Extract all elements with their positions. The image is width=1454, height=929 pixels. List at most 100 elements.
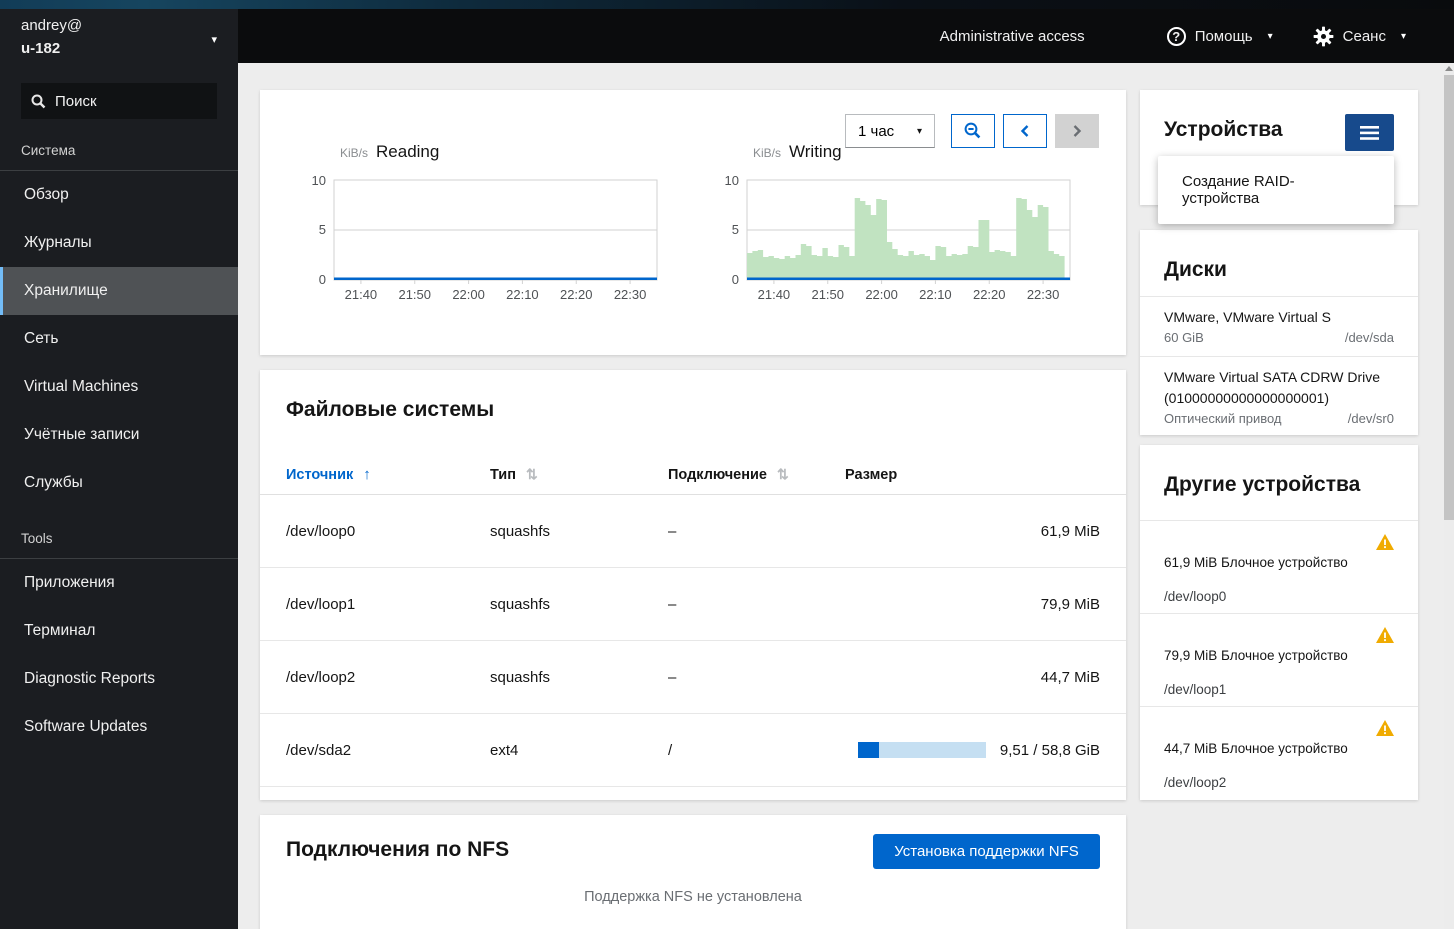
warning-icon [1376, 627, 1394, 648]
fs-size-value: 9,51 / 58,8 GiB [999, 741, 1100, 759]
install-nfs-button[interactable]: Установка поддержки NFS [873, 834, 1100, 869]
scrollbar-thumb[interactable] [1444, 75, 1454, 520]
disk-name: VMware, VMware Virtual S [1164, 309, 1332, 325]
help-menu[interactable]: ? Помощь ▾ [1166, 26, 1273, 46]
io-charts-card: 1 час ▾ KiB/s Reading 10 5 0 21:40 21:50… [260, 90, 1126, 355]
fs-type: squashfs [490, 668, 551, 686]
svg-text:22:10: 22:10 [919, 287, 952, 302]
table-row[interactable]: /dev/loop2 squashfs – 44,7 MiB [260, 641, 1126, 714]
fs-size-value: 79,9 MiB [1040, 595, 1100, 613]
nav-section: Tools Приложения Терминал Diagnostic Report… [0, 531, 238, 751]
svg-text:22:10: 22:10 [506, 287, 539, 302]
sidebar-item[interactable]: Службы [0, 459, 238, 507]
user-menu[interactable]: andrey@ u-182 ▾ [0, 9, 238, 69]
chart-unit-label: KiB/s [340, 146, 369, 160]
disk-details: 60 GiB/dev/sda [1164, 330, 1394, 345]
devices-menu-button[interactable] [1345, 114, 1394, 151]
disks-title: Диски [1164, 258, 1227, 281]
nfs-empty-text: Поддержка NFS не установлена [584, 889, 802, 905]
disk-row[interactable]: VMware, VMware Virtual S 60 GiB/dev/sda [1140, 296, 1418, 356]
masthead: Administrative access ? Помощь ▾ Сеанс ▾ [238, 9, 1454, 63]
devices-title: Устройства [1164, 118, 1283, 141]
hamburger-icon [1360, 125, 1379, 140]
svg-text:21:50: 21:50 [811, 287, 844, 302]
table-row[interactable]: /dev/loop0 squashfs – 61,9 MiB [260, 495, 1126, 568]
search-input[interactable] [55, 92, 195, 110]
disk-details: Оптический привод/dev/sr0 [1164, 411, 1394, 426]
help-label: Помощь [1194, 27, 1253, 45]
gear-icon [1313, 26, 1334, 46]
svg-text:22:20: 22:20 [973, 287, 1006, 302]
disk-name: VMware Virtual SATA CDRW Drive (01000000… [1164, 369, 1381, 406]
fs-size-cell: 44,7 MiB [845, 669, 1100, 686]
svg-text:10: 10 [312, 176, 326, 188]
column-header[interactable]: Источник ↑ [286, 466, 490, 483]
fs-size-value: 61,9 MiB [1040, 522, 1100, 540]
sidebar-item[interactable]: Журналы [0, 219, 238, 267]
warning-icon [1376, 720, 1394, 741]
other-device-row[interactable]: 61,9 MiB Блочное устройство/dev/loop0 [1140, 520, 1418, 613]
svg-text:21:50: 21:50 [398, 287, 431, 302]
user-host-label: andrey@ u-182 [21, 17, 82, 57]
sidebar-item[interactable]: Приложения [0, 559, 238, 607]
fs-size-cell: 79,9 MiB [845, 596, 1100, 613]
sidebar-item[interactable]: Сеть [0, 315, 238, 363]
svg-text:22:30: 22:30 [1027, 287, 1060, 302]
warning-icon [1376, 534, 1394, 555]
sort-icon: ⇅ [525, 466, 538, 482]
column-label: Подключение [668, 466, 767, 483]
fs-source: /dev/sda2 [286, 741, 352, 759]
reading-chart: KiB/s Reading 10 5 0 21:40 21:50 22:00 22:10 22… [294, 142, 674, 322]
fs-type: ext4 [490, 741, 519, 759]
sidebar-item[interactable]: Хранилище [0, 267, 238, 315]
disk-row[interactable]: VMware Virtual SATA CDRW Drive (01000000… [1140, 356, 1418, 437]
host-name: u-182 [21, 40, 61, 57]
svg-text:22:30: 22:30 [614, 287, 647, 302]
fs-source: /dev/loop2 [286, 668, 356, 686]
fs-type: squashfs [490, 595, 551, 613]
chevron-down-icon: ▾ [916, 125, 922, 137]
other-device-path: /dev/loop2 [1164, 775, 1227, 790]
filesystems-card: Файловые системы Источник ↑ Тип ⇅ Подключени… [260, 370, 1126, 800]
disk-device-path: /dev/sr0 [1347, 410, 1394, 426]
session-menu[interactable]: Сеанс ▾ [1313, 26, 1406, 47]
time-range-value: 1 час [858, 122, 895, 140]
sidebar-item[interactable]: Терминал [0, 607, 238, 655]
sidebar-item[interactable]: Virtual Machines [0, 363, 238, 411]
other-device-row[interactable]: 79,9 MiB Блочное устройство/dev/loop1 [1140, 613, 1418, 706]
column-header[interactable]: Тип ⇅ [490, 466, 668, 483]
svg-text:22:00: 22:00 [452, 287, 485, 302]
create-raid-menu-item[interactable]: Создание RAID-устройства [1158, 156, 1394, 224]
disks-list: VMware, VMware Virtual S 60 GiB/dev/sda VM… [1140, 296, 1418, 437]
scroll-up-arrow[interactable] [1445, 66, 1453, 71]
devices-dropdown-menu: Создание RAID-устройства [1158, 156, 1394, 224]
other-device-label: 44,7 MiB Блочное устройство [1164, 741, 1348, 756]
other-device-label: 61,9 MiB Блочное устройство [1164, 555, 1348, 570]
fs-mount: / [668, 741, 673, 759]
svg-text:0: 0 [732, 272, 739, 287]
table-row[interactable]: /dev/sda2 ext4 / 9,51 / 58,8 GiB [260, 714, 1126, 787]
fs-size-value: 44,7 MiB [1040, 668, 1100, 686]
disk-size: Оптический привод [1164, 410, 1282, 426]
sidebar-item[interactable]: Diagnostic Reports [0, 655, 238, 703]
other-device-path: /dev/loop1 [1164, 682, 1227, 697]
column-header[interactable]: Размер [845, 467, 1100, 483]
nav-section-title: Система [0, 143, 238, 171]
writing-chart: KiB/s Writing 10 5 0 21:40 21:50 22:00 22:10 22… [707, 142, 1087, 322]
svg-text:5: 5 [732, 222, 739, 237]
session-label: Сеанс [1342, 27, 1386, 45]
help-icon: ? [1166, 26, 1186, 46]
column-header[interactable]: Подключение ⇅ [668, 466, 845, 483]
table-row[interactable]: /dev/loop1 squashfs – 79,9 MiB [260, 568, 1126, 641]
sidebar-item[interactable]: Software Updates [0, 703, 238, 751]
other-device-row[interactable]: 44,7 MiB Блочное устройство/dev/loop2 [1140, 706, 1418, 799]
main-content: 1 час ▾ KiB/s Reading 10 5 0 21:40 21:50… [238, 63, 1454, 929]
fs-size-cell: 61,9 MiB [845, 523, 1100, 540]
nfs-title: Подключения по NFS [286, 838, 510, 861]
svg-text:22:20: 22:20 [560, 287, 593, 302]
sort-ascending-icon: ↑ [363, 466, 371, 483]
sort-icon: ⇅ [777, 466, 789, 482]
usage-progress-bar [857, 742, 986, 758]
sidebar-item[interactable]: Учётные записи [0, 411, 238, 459]
sidebar-item[interactable]: Обзор [0, 171, 238, 219]
